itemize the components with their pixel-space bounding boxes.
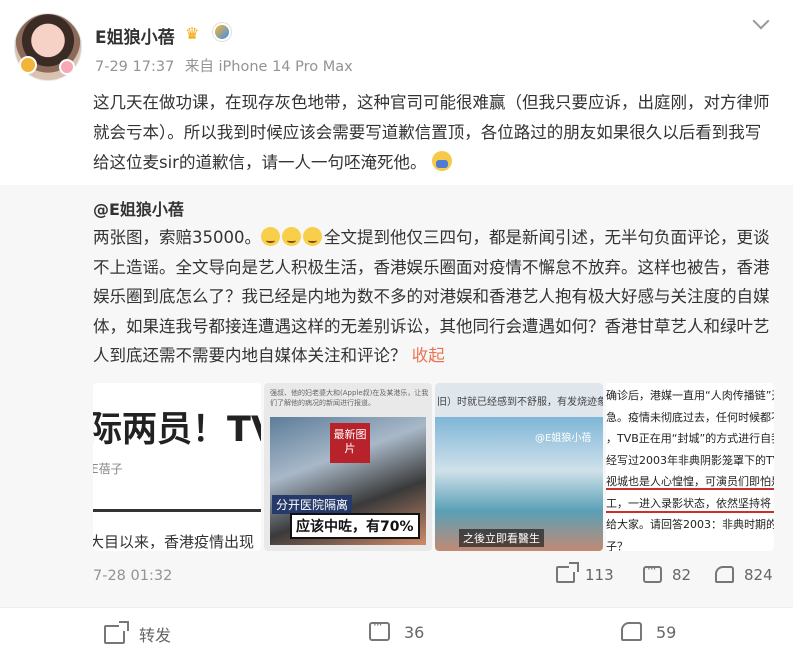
thumb-line: ，TVB正在用“封城”的方式进行自我 [606,432,774,445]
chevron-down-icon[interactable] [752,12,770,30]
thumb-caption: 旧）时就已经感到不舒服，有发烧迹象后 [437,397,603,408]
post-header: E姐狼小蓓 ♛ 7-29 17:37 来自 iPhone 14 Pro Max [0,0,793,88]
share-icon [556,562,579,583]
thumb-bottom-text: 大目以来，香港疫情出现 [93,533,255,551]
thumb-article-text: 确诊后，港媒一直用“人肉传播链”开 急。疫情未彻底过去，任何时候都不 ，TVB正… [606,385,774,551]
comment-icon [369,618,390,641]
comment-icon [643,562,662,583]
thumbs-up-icon [621,622,642,641]
repost-time[interactable]: 7-28 01:32 [93,568,172,584]
image-thumbnail[interactable]: 旧）时就已经感到不舒服，有发烧迹象后 @E姐狼小蓓 之後立即看醫生 [435,383,603,551]
avatar[interactable] [14,13,82,81]
repost-like-button[interactable]: 824 [715,566,773,584]
author-name[interactable]: E姐狼小蓓 [95,23,175,48]
thumb-line: 给大家。请回答2003：非典时期的 [606,518,774,531]
repost-body: 两张图，索赔35000。 全文提到他仅三四句，都是新闻引述，无半句负面评论，更谈不… [93,223,778,371]
reposted-card[interactable]: @E姐狼小蓓 两张图，索赔35000。 全文提到他仅三四句，都是新闻引述，无半句负… [0,185,793,607]
thumb-news-tag: 最新图片 [330,423,370,463]
cat-badge-icon [19,56,37,74]
thumb-underline [606,488,774,490]
post-action-bar: 转发 36 59 [0,607,793,657]
repost-comment-count: 82 [672,566,692,584]
image-thumbnail[interactable]: 际两员！TVI E蓓子 大目以来，香港疫情出现 [93,383,261,551]
thumb-underline [606,511,774,513]
post-meta: 7-29 17:37 来自 iPhone 14 Pro Max [95,55,359,76]
comment-count: 36 [404,623,425,642]
share-button[interactable]: 转发 [104,621,172,646]
verified-badge-icon [213,23,231,41]
like-button[interactable]: 59 [621,622,676,642]
share-icon [104,621,129,644]
repost-share-count: 113 [585,566,614,584]
smile-emoji-icon [282,227,301,246]
comment-button[interactable]: 36 [369,618,425,642]
like-count: 59 [656,623,677,642]
crown-icon: ♛ [185,24,200,43]
repost-share-button[interactable]: 113 [556,562,614,584]
smile-emoji-icon [261,227,280,246]
thumb-subtitle: 分开医院隔离 [272,495,353,514]
thumb-byline: E蓓子 [93,462,123,476]
repost-text-after: 全文提到他仅三四句，都是新闻引述，无半句负面评论，更谈不上造谣。全文导向是艺人积… [93,228,770,365]
repost-text-before: 两张图，索赔35000。 [93,228,261,247]
thumb-caption: 强叔、他的妇老婆大和(Apple叔)在及某港乐，让我们了解他的病况的新闻进行报道… [270,389,429,407]
thumb-line: 确诊后，港媒一直用“人肉传播链”开 [606,389,774,402]
facepalm-emoji-icon [431,151,452,171]
post-body: 这几天在做功课，在现存灰色地带，这种官司可能很难赢（但我只要应诉，出庭刚，对方律… [93,88,773,178]
smile-emoji-icon [303,227,322,246]
repost-comment-button[interactable]: 82 [643,562,692,584]
thumb-watermark: @E姐狼小蓓 [535,433,592,444]
post-time[interactable]: 7-29 17:37 [95,59,174,75]
repost-footer: 7-28 01:32 113 82 824 [0,560,793,590]
thumbs-up-icon [715,566,734,583]
thumb-subtitle: 之後立即看醫生 [459,529,544,547]
repost-author[interactable]: @E姐狼小蓓 [93,196,184,220]
image-thumbnail[interactable]: 确诊后，港媒一直用“人肉传播链”开 急。疫情未彻底过去，任何时候都不 ，TVB正… [606,383,774,551]
collapse-link[interactable]: 收起 [412,346,445,365]
pig-badge-icon [59,59,75,75]
thumb-headline: 际两员！TVI [93,410,261,450]
thumb-divider [93,509,261,512]
image-thumbnail[interactable]: 强叔、他的妇老婆大和(Apple叔)在及某港乐，让我们了解他的病况的新闻进行报道… [264,383,432,551]
image-grid: 际两员！TVI E蓓子 大目以来，香港疫情出现 强叔、他的妇老婆大和(Apple… [93,383,774,551]
post-source: 来自 iPhone 14 Pro Max [184,59,353,75]
thumb-subtitle: 应该中咗，有70% [290,513,420,539]
thumb-line: 经写过2003年非典阴影笼罩下的TV [606,453,774,467]
repost-like-count: 824 [744,566,773,584]
share-label: 转发 [139,626,172,645]
thumb-line: 急。疫情未彻底过去，任何时候都不 [606,410,774,424]
thumb-line: 子？ [606,539,628,552]
